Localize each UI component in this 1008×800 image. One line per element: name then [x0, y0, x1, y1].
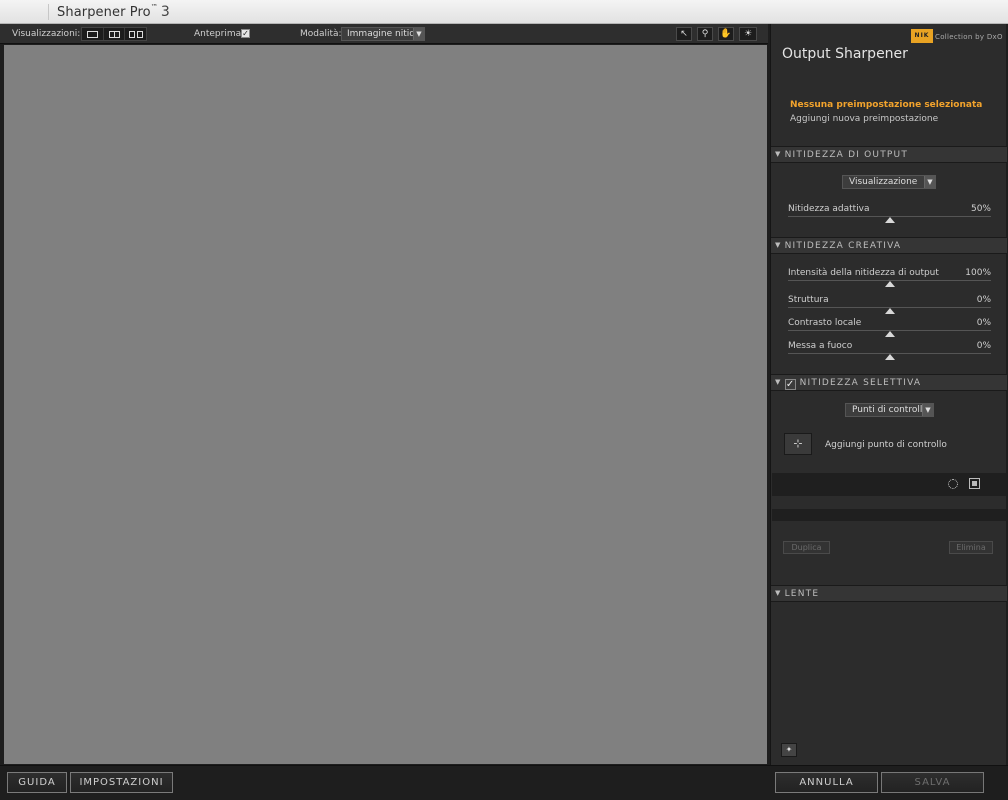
slider-value: 0% — [976, 318, 991, 328]
mode-dropdown[interactable]: Immagine nitida ▼ — [341, 27, 425, 41]
slider-label: Struttura — [788, 295, 829, 305]
slider-label: Intensità della nitidezza di output — [788, 268, 939, 278]
preset-name: Nessuna preimpostazione selezionata — [790, 100, 983, 110]
control-points-dropdown[interactable]: Punti di controllo ▼ — [845, 403, 934, 417]
image-preview[interactable] — [4, 45, 767, 764]
slider-thumb[interactable] — [884, 281, 895, 287]
side-by-side-icon — [128, 30, 143, 38]
hand-tool-button[interactable]: ✋ — [718, 27, 734, 41]
collapse-triangle-icon: ▼ — [775, 150, 782, 158]
duplicate-button[interactable]: Duplica — [783, 541, 830, 554]
section-creative-sharpening[interactable]: ▼ NITIDEZZA CREATIVA — [771, 237, 1007, 254]
collapse-triangle-icon: ▼ — [775, 589, 782, 597]
cancel-button[interactable]: ANNULLA — [775, 772, 878, 793]
mode-label: Modalità: — [300, 29, 342, 39]
app-window: Sharpener Pro™ 3 Visualizzazioni: Antepri… — [0, 0, 1008, 800]
slider-value: 0% — [976, 341, 991, 351]
slider-structure[interactable]: Struttura 0% — [788, 295, 991, 315]
arrow-pointer-icon: ↖ — [680, 29, 688, 39]
brand-text: Collection by DxO — [935, 33, 1003, 41]
window-title: Sharpener Pro™ 3 — [57, 3, 170, 20]
chevron-down-icon: ▼ — [924, 176, 935, 188]
slider-label: Nitidezza adattiva — [788, 204, 870, 214]
view-single-button[interactable] — [82, 28, 104, 40]
slider-thumb[interactable] — [884, 331, 895, 337]
slider-label: Messa a fuoco — [788, 341, 853, 351]
slider-adaptive-sharpening[interactable]: Nitidezza adattiva 50% — [788, 204, 991, 224]
output-display-dropdown[interactable]: Visualizzazione ▼ — [842, 175, 936, 189]
split-view-icon — [108, 30, 120, 38]
single-view-icon — [86, 30, 98, 38]
zoom-tool-button[interactable]: ⚲ — [697, 27, 713, 41]
panel-title: Output Sharpener — [782, 46, 908, 62]
slider-value: 0% — [976, 295, 991, 305]
bulb-icon: ☀ — [743, 29, 753, 39]
chevron-down-icon: ▼ — [413, 28, 424, 40]
slider-value: 100% — [965, 268, 991, 278]
help-button[interactable]: GUIDA — [7, 772, 67, 793]
background-tool-button[interactable]: ☀ — [739, 27, 757, 41]
pin-icon: ✦ — [785, 745, 793, 754]
arrow-tool-button[interactable]: ↖ — [676, 27, 692, 41]
slider-value: 50% — [970, 204, 991, 214]
add-control-point-label: Aggiungi punto di controllo — [825, 440, 947, 450]
nik-logo: NIK — [911, 29, 933, 43]
slider-label: Contrasto locale — [788, 318, 862, 328]
selective-enable-checkbox[interactable]: ✓ — [784, 379, 796, 390]
control-point-icon: ⊹ — [793, 437, 803, 450]
mode-dropdown-value: Immagine nitida — [347, 29, 421, 39]
title-bar: Sharpener Pro™ 3 — [0, 0, 1008, 24]
add-control-point-button[interactable]: ⊹ — [784, 433, 812, 455]
section-loupe[interactable]: ▼ LENTE — [771, 585, 1007, 602]
magnifier-icon: ⚲ — [701, 29, 709, 39]
control-point-list-footer — [772, 509, 1006, 521]
save-button[interactable]: SALVA — [881, 772, 984, 793]
slider-thumb[interactable] — [884, 217, 895, 223]
view-split-button[interactable] — [104, 28, 126, 40]
control-point-list[interactable] — [772, 473, 1006, 496]
section-selective-sharpening[interactable]: ▼ ✓ NITIDEZZA SELETTIVA — [771, 374, 1007, 391]
view-side-by-side-button[interactable] — [125, 28, 146, 40]
slider-thumb[interactable] — [884, 308, 895, 314]
view-mode-group — [81, 27, 147, 41]
preview-label: Anteprima: — [194, 29, 245, 39]
collapse-triangle-icon: ▼ — [775, 241, 782, 249]
bottom-bar: GUIDA IMPOSTAZIONI ANNULLA SALVA — [0, 765, 1008, 800]
slider-focus[interactable]: Messa a fuoco 0% — [788, 341, 991, 361]
chevron-down-icon: ▼ — [922, 404, 933, 416]
views-label: Visualizzazioni: — [12, 29, 81, 39]
preview-checkbox[interactable]: ✓ — [241, 29, 250, 38]
hand-icon: ✋ — [720, 29, 732, 39]
slider-thumb[interactable] — [884, 354, 895, 360]
pin-button[interactable]: ✦ — [781, 743, 797, 757]
settings-button[interactable]: IMPOSTAZIONI — [70, 772, 173, 793]
delete-button[interactable]: Elimina — [949, 541, 993, 554]
preview-toolbar: Visualizzazioni: Anteprima: ✓ Modalità: … — [0, 24, 768, 44]
add-preset-link[interactable]: Aggiungi nuova preimpostazione — [790, 114, 938, 124]
collapse-triangle-icon: ▼ — [775, 378, 782, 386]
slider-output-intensity[interactable]: Intensità della nitidezza di output 100% — [788, 268, 991, 288]
right-panel: NIK Collection by DxO Output Sharpener N… — [770, 24, 1007, 765]
circle-selection-icon[interactable] — [948, 479, 958, 489]
square-mask-icon[interactable] — [969, 478, 980, 489]
slider-local-contrast[interactable]: Contrasto locale 0% — [788, 318, 991, 338]
section-output-sharpening[interactable]: ▼ NITIDEZZA DI OUTPUT — [771, 146, 1007, 163]
title-separator — [48, 4, 49, 20]
